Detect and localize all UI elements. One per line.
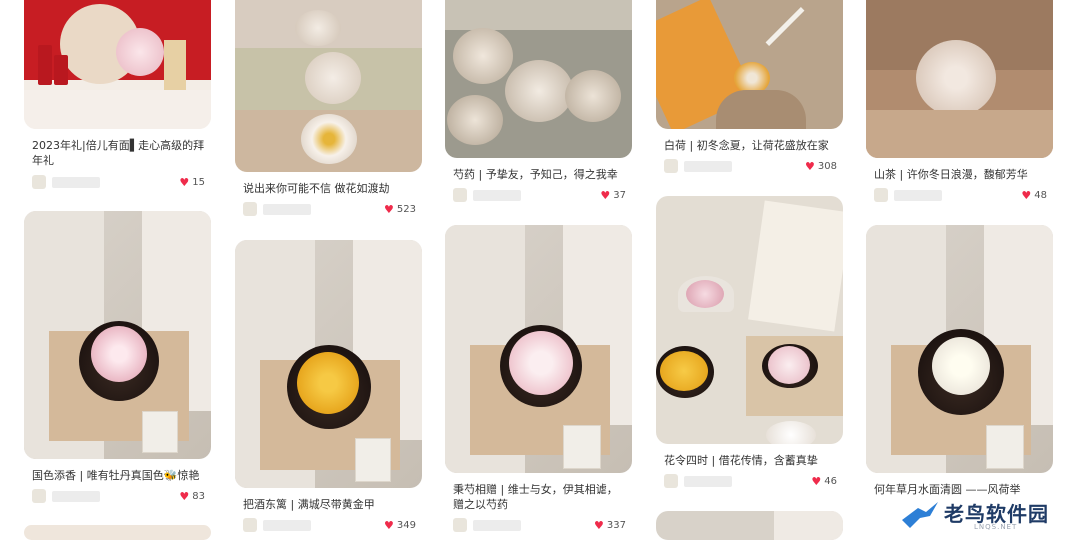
- post-title[interactable]: 把酒东篱 | 满城尽带黄金甲: [243, 497, 416, 512]
- author[interactable]: [243, 518, 311, 532]
- post-card[interactable]: 秉芍相赠 | 维士与女，伊其相谑，赠之以芍药 ♥ 337: [445, 225, 632, 532]
- bird-icon: [902, 502, 938, 528]
- post-card[interactable]: 说出来你可能不信 做花如渡劫 ♥ 523: [235, 0, 422, 216]
- post-title[interactable]: 芍药 | 予挚友，予知己，得之我幸: [453, 167, 626, 182]
- post-image[interactable]: [656, 196, 843, 444]
- author[interactable]: [32, 489, 100, 503]
- avatar: [32, 489, 46, 503]
- post-image[interactable]: [445, 0, 632, 158]
- like-count[interactable]: ♥ 37: [600, 190, 626, 201]
- post-title[interactable]: 说出来你可能不信 做花如渡劫: [243, 181, 416, 196]
- author-name-blurred: [684, 475, 732, 487]
- post-title[interactable]: 花令四时 | 借花传情，含蓄真挚: [664, 453, 837, 468]
- heart-icon: ♥: [1021, 188, 1032, 202]
- post-title[interactable]: 山茶 | 许你冬日浪漫，馥郁芳华: [874, 167, 1047, 182]
- post-card[interactable]: 山茶 | 许你冬日浪漫，馥郁芳华 ♥ 48: [866, 0, 1053, 202]
- post-image[interactable]: [866, 0, 1053, 158]
- author[interactable]: [664, 474, 732, 488]
- avatar: [874, 188, 888, 202]
- author[interactable]: [453, 518, 521, 532]
- author-name-blurred: [473, 519, 521, 531]
- post-image[interactable]: [656, 511, 843, 540]
- post-image[interactable]: [235, 240, 422, 488]
- post-image[interactable]: [24, 525, 211, 540]
- heart-icon: ♥: [594, 518, 604, 532]
- author-name-blurred: [684, 160, 732, 172]
- like-count[interactable]: ♥ 83: [179, 491, 205, 502]
- heart-icon: ♥: [805, 159, 815, 173]
- author[interactable]: [664, 159, 732, 173]
- post-card[interactable]: 国色添香 | 唯有牡丹真国色🐝惊艳 ♥ 83: [24, 211, 211, 503]
- post-card[interactable]: [24, 525, 211, 540]
- avatar: [453, 188, 467, 202]
- author-name-blurred: [263, 203, 311, 215]
- post-card[interactable]: 白荷 | 初冬念夏，让荷花盛放在家 ♥ 308: [656, 0, 843, 173]
- like-count[interactable]: ♥ 46: [811, 476, 837, 487]
- post-image[interactable]: [24, 0, 211, 129]
- post-image[interactable]: [445, 225, 632, 473]
- post-card[interactable]: 把酒东篱 | 满城尽带黄金甲 ♥ 349: [235, 240, 422, 532]
- post-image[interactable]: [235, 0, 422, 172]
- post-title[interactable]: 国色添香 | 唯有牡丹真国色🐝惊艳: [32, 468, 205, 483]
- author[interactable]: [32, 175, 100, 189]
- heart-icon: ♥: [600, 188, 611, 202]
- avatar: [243, 518, 257, 532]
- like-count[interactable]: ♥ 523: [384, 204, 416, 215]
- author-name-blurred: [263, 519, 311, 531]
- author-name-blurred: [52, 176, 100, 188]
- heart-icon: ♥: [384, 202, 394, 216]
- watermark-logo: 老鸟软件园 LNQS.NET: [900, 496, 1070, 536]
- author[interactable]: [874, 188, 942, 202]
- watermark-domain: LNQS.NET: [974, 523, 1018, 531]
- post-card[interactable]: 何年草月水面清圆 ——风荷举: [866, 225, 1053, 496]
- author[interactable]: [453, 188, 521, 202]
- like-count[interactable]: ♥ 48: [1021, 190, 1047, 201]
- avatar: [664, 474, 678, 488]
- like-count[interactable]: ♥ 15: [179, 177, 205, 188]
- avatar: [243, 202, 257, 216]
- like-count[interactable]: ♥ 349: [384, 520, 416, 531]
- post-card[interactable]: 2023年礼|倍儿有面▌走心高级的拜年礼 ♥ 15: [24, 0, 211, 189]
- post-title[interactable]: 2023年礼|倍儿有面▌走心高级的拜年礼: [32, 138, 205, 168]
- heart-icon: ♥: [179, 175, 190, 189]
- avatar: [664, 159, 678, 173]
- avatar: [32, 175, 46, 189]
- author-name-blurred: [894, 189, 942, 201]
- like-count[interactable]: ♥ 308: [805, 161, 837, 172]
- author[interactable]: [243, 202, 311, 216]
- heart-icon: ♥: [384, 518, 394, 532]
- author-name-blurred: [473, 189, 521, 201]
- heart-icon: ♥: [179, 489, 190, 503]
- post-card[interactable]: [656, 511, 843, 540]
- post-image[interactable]: [24, 211, 211, 459]
- post-image[interactable]: [866, 225, 1053, 473]
- avatar: [453, 518, 467, 532]
- post-title[interactable]: 白荷 | 初冬念夏，让荷花盛放在家: [664, 138, 837, 153]
- like-count[interactable]: ♥ 337: [594, 520, 626, 531]
- author-name-blurred: [52, 490, 100, 502]
- post-title[interactable]: 秉芍相赠 | 维士与女，伊其相谑，赠之以芍药: [453, 482, 626, 512]
- post-title[interactable]: 何年草月水面清圆 ——风荷举: [874, 482, 1047, 497]
- heart-icon: ♥: [811, 474, 822, 488]
- post-card[interactable]: 花令四时 | 借花传情，含蓄真挚 ♥ 46: [656, 196, 843, 488]
- post-image[interactable]: [656, 0, 843, 129]
- post-card[interactable]: 芍药 | 予挚友，予知己，得之我幸 ♥ 37: [445, 0, 632, 202]
